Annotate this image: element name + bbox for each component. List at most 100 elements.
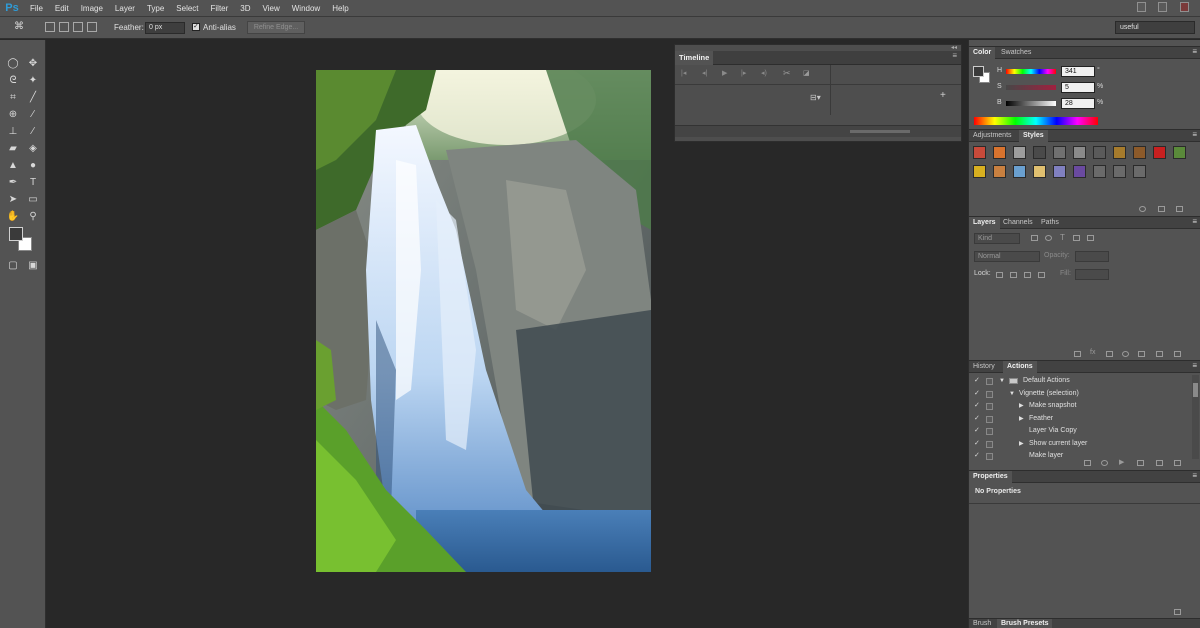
styles-panel-menu-icon[interactable]: ≡ bbox=[1192, 130, 1197, 139]
action-enabled-check[interactable]: ✓ bbox=[974, 400, 980, 412]
tab-layers[interactable]: Layers bbox=[969, 217, 1000, 229]
layers-panel-menu-icon[interactable]: ≡ bbox=[1192, 217, 1197, 226]
hue-slider[interactable] bbox=[1006, 69, 1056, 74]
style-swatch[interactable] bbox=[993, 146, 1006, 159]
menu-view[interactable]: View bbox=[257, 0, 286, 17]
filter-adjustment-icon[interactable] bbox=[1045, 235, 1052, 241]
menu-window[interactable]: Window bbox=[286, 0, 326, 17]
tab-paths[interactable]: Paths bbox=[1037, 217, 1063, 229]
style-swatch[interactable] bbox=[993, 165, 1006, 178]
screen-mode-icon[interactable]: ▣ bbox=[26, 260, 40, 272]
stamp-icon[interactable]: ⊥ bbox=[6, 126, 20, 138]
layer-kind-filter[interactable]: Kind bbox=[974, 233, 1020, 244]
properties-panel-menu-icon[interactable]: ≡ bbox=[1192, 471, 1197, 480]
style-swatch[interactable] bbox=[1113, 165, 1126, 178]
action-enabled-check[interactable]: ✓ bbox=[974, 388, 980, 400]
expand-triangle-icon[interactable]: ▼ bbox=[999, 375, 1005, 387]
fill-input[interactable] bbox=[1075, 269, 1109, 280]
delete-action-icon[interactable] bbox=[1174, 460, 1181, 466]
action-dialog-toggle[interactable] bbox=[986, 440, 993, 448]
menu-edit[interactable]: Edit bbox=[49, 0, 75, 17]
expand-triangle-icon[interactable]: ▶ bbox=[1019, 400, 1024, 412]
tab-styles[interactable]: Styles bbox=[1019, 130, 1048, 142]
filter-pixel-icon[interactable] bbox=[1031, 235, 1038, 241]
action-row[interactable]: ✓ ▶ Feather bbox=[969, 413, 1193, 426]
style-swatch[interactable] bbox=[1093, 165, 1106, 178]
new-style-icon[interactable] bbox=[1158, 206, 1165, 212]
dodge-icon[interactable]: ● bbox=[26, 160, 40, 172]
eyedropper-icon[interactable]: ╱ bbox=[26, 92, 40, 104]
delete-style-icon[interactable] bbox=[1176, 206, 1183, 212]
next-frame-icon[interactable]: |▸ bbox=[741, 69, 746, 77]
filter-type-icon[interactable]: T bbox=[1060, 233, 1065, 242]
pen-icon[interactable]: ✒ bbox=[6, 177, 20, 189]
play-action-icon[interactable]: ▶ bbox=[1119, 458, 1124, 466]
actions-scrollbar[interactable] bbox=[1192, 375, 1199, 459]
style-swatch[interactable] bbox=[1033, 146, 1046, 159]
first-frame-icon[interactable]: |◂ bbox=[681, 69, 686, 77]
blend-mode-select[interactable]: Normal bbox=[974, 251, 1040, 262]
rectangle-icon[interactable]: ▭ bbox=[26, 194, 40, 206]
lock-pixels-icon[interactable] bbox=[996, 272, 1003, 278]
action-enabled-check[interactable]: ✓ bbox=[974, 375, 980, 387]
action-dialog-toggle[interactable] bbox=[986, 378, 993, 385]
add-track-button[interactable]: + bbox=[940, 90, 946, 101]
magic-wand-icon[interactable]: ✦ bbox=[26, 75, 40, 87]
color-fg-swatch[interactable] bbox=[973, 66, 984, 77]
action-row[interactable]: ✓ ▼ Default Actions bbox=[969, 375, 1193, 388]
film-icon[interactable]: ⊟▾ bbox=[810, 93, 821, 102]
lock-image-icon[interactable] bbox=[1010, 272, 1017, 278]
action-enabled-check[interactable]: ✓ bbox=[974, 425, 980, 437]
clear-style-icon[interactable] bbox=[1139, 206, 1146, 212]
menu-help[interactable]: Help bbox=[326, 0, 354, 17]
filter-shape-icon[interactable] bbox=[1073, 235, 1080, 241]
tab-history[interactable]: History bbox=[969, 361, 999, 373]
color-panel-menu-icon[interactable]: ≡ bbox=[1192, 47, 1197, 56]
hand-icon[interactable]: ✋ bbox=[6, 211, 20, 223]
filter-smart-object-icon[interactable] bbox=[1087, 235, 1094, 241]
action-row[interactable]: ✓ ▶ Show current layer bbox=[969, 438, 1193, 451]
expand-triangle-icon[interactable]: ▼ bbox=[1009, 388, 1015, 400]
record-icon[interactable] bbox=[1101, 460, 1108, 466]
style-swatch[interactable] bbox=[1033, 165, 1046, 178]
style-swatch[interactable] bbox=[1153, 146, 1166, 159]
style-swatch[interactable] bbox=[1053, 165, 1066, 178]
history-brush-icon[interactable]: ∕ bbox=[26, 126, 40, 138]
tab-adjustments[interactable]: Adjustments bbox=[969, 130, 1016, 142]
b-value[interactable]: 28 bbox=[1061, 98, 1095, 109]
style-swatch[interactable] bbox=[1013, 165, 1026, 178]
zoom-slider[interactable] bbox=[850, 130, 910, 133]
new-set-icon[interactable] bbox=[1137, 460, 1144, 466]
link-layers-icon[interactable] bbox=[1074, 351, 1081, 357]
action-enabled-check[interactable]: ✓ bbox=[974, 413, 980, 425]
prev-frame-icon[interactable]: ◂| bbox=[702, 69, 707, 77]
panel-menu-icon[interactable]: ≡ bbox=[952, 51, 957, 60]
new-layer-icon[interactable] bbox=[1156, 351, 1163, 357]
tab-swatches[interactable]: Swatches bbox=[997, 47, 1035, 59]
saturation-slider[interactable] bbox=[1006, 85, 1056, 90]
action-row[interactable]: ✓ Layer Via Copy bbox=[969, 425, 1193, 438]
actions-panel-menu-icon[interactable]: ≡ bbox=[1192, 361, 1197, 370]
adjustment-layer-icon[interactable] bbox=[1122, 351, 1129, 357]
action-row[interactable]: ✓ ▼ Vignette (selection) bbox=[969, 388, 1193, 401]
tab-timeline[interactable]: Timeline bbox=[675, 51, 714, 65]
delete-layer-icon[interactable] bbox=[1174, 351, 1181, 357]
style-swatch[interactable] bbox=[1133, 146, 1146, 159]
brightness-slider[interactable] bbox=[1006, 101, 1056, 106]
paint-bucket-icon[interactable]: ◈ bbox=[26, 143, 40, 155]
lock-all-icon[interactable] bbox=[1038, 272, 1045, 278]
document-image-waterfall[interactable] bbox=[316, 70, 651, 572]
workspace-select[interactable]: useful bbox=[1115, 21, 1195, 34]
tab-channels[interactable]: Channels bbox=[999, 217, 1037, 229]
opacity-input[interactable] bbox=[1075, 251, 1109, 262]
expand-triangle-icon[interactable]: ▶ bbox=[1019, 413, 1024, 425]
crop-icon[interactable]: ⌗ bbox=[6, 92, 20, 104]
menu-select[interactable]: Select bbox=[170, 0, 204, 17]
style-swatch[interactable] bbox=[1053, 146, 1066, 159]
close-button[interactable] bbox=[1180, 2, 1189, 12]
expand-triangle-icon[interactable]: ▶ bbox=[1019, 438, 1024, 450]
path-selection-icon[interactable]: ➤ bbox=[6, 194, 20, 206]
action-dialog-toggle[interactable] bbox=[986, 415, 993, 423]
feather-input[interactable]: 0 px bbox=[145, 22, 185, 34]
audio-icon[interactable]: ◂) bbox=[761, 69, 767, 77]
